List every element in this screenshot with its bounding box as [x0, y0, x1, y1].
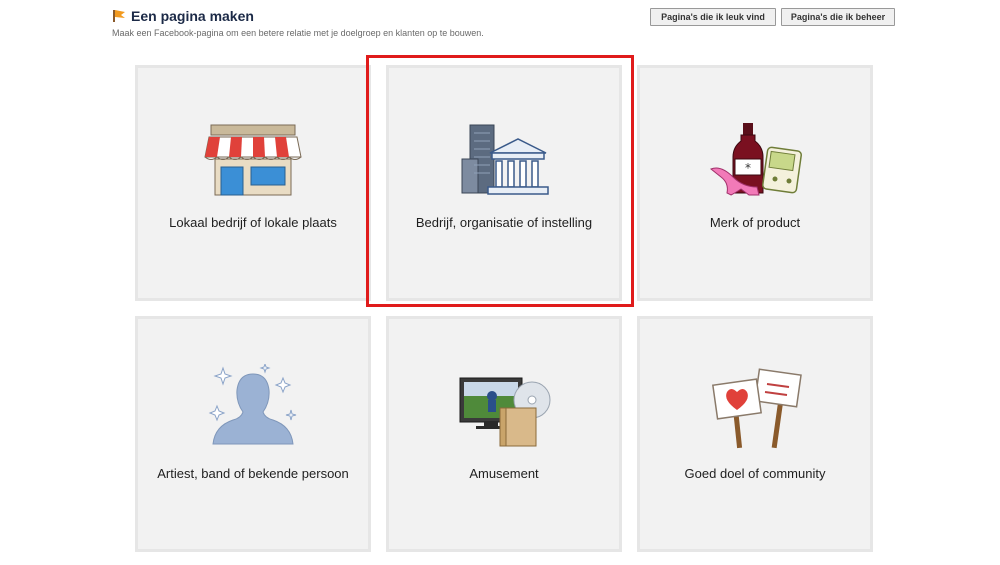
liked-pages-button[interactable]: Pagina's die ik leuk vind	[650, 8, 776, 26]
category-label: Goed doel of community	[684, 466, 826, 481]
category-label: Artiest, band of bekende persoon	[157, 466, 349, 481]
category-brand-product[interactable]: * Merk of product	[637, 65, 873, 301]
category-label: Lokaal bedrijf of lokale plaats	[169, 215, 337, 230]
flag-icon	[113, 10, 125, 22]
category-cause-community[interactable]: Goed doel of community	[637, 316, 873, 552]
person-silhouette-icon	[203, 364, 303, 449]
create-page-screen: Een pagina maken Maak een Facebook-pagin…	[0, 0, 1000, 565]
category-entertainment[interactable]: Amusement	[386, 316, 622, 552]
category-label: Bedrijf, organisatie of instelling	[415, 215, 593, 230]
category-local-business[interactable]: Lokaal bedrijf of lokale plaats	[135, 65, 371, 301]
category-company-organization[interactable]: Bedrijf, organisatie of instelling	[386, 65, 622, 301]
managed-pages-button[interactable]: Pagina's die ik beheer	[781, 8, 895, 26]
products-icon: *	[705, 123, 805, 198]
buildings-icon	[454, 123, 554, 198]
category-label: Amusement	[469, 466, 539, 481]
storefront-icon	[203, 123, 303, 198]
category-label: Merk of product	[709, 215, 801, 230]
svg-text:*: *	[745, 161, 751, 175]
category-artist-band[interactable]: Artiest, band of bekende persoon	[135, 316, 371, 552]
signs-icon	[705, 364, 805, 449]
page-title: Een pagina maken	[131, 8, 254, 24]
page-subtitle: Maak een Facebook-pagina om een betere r…	[112, 28, 484, 38]
tv-media-icon	[454, 364, 554, 449]
